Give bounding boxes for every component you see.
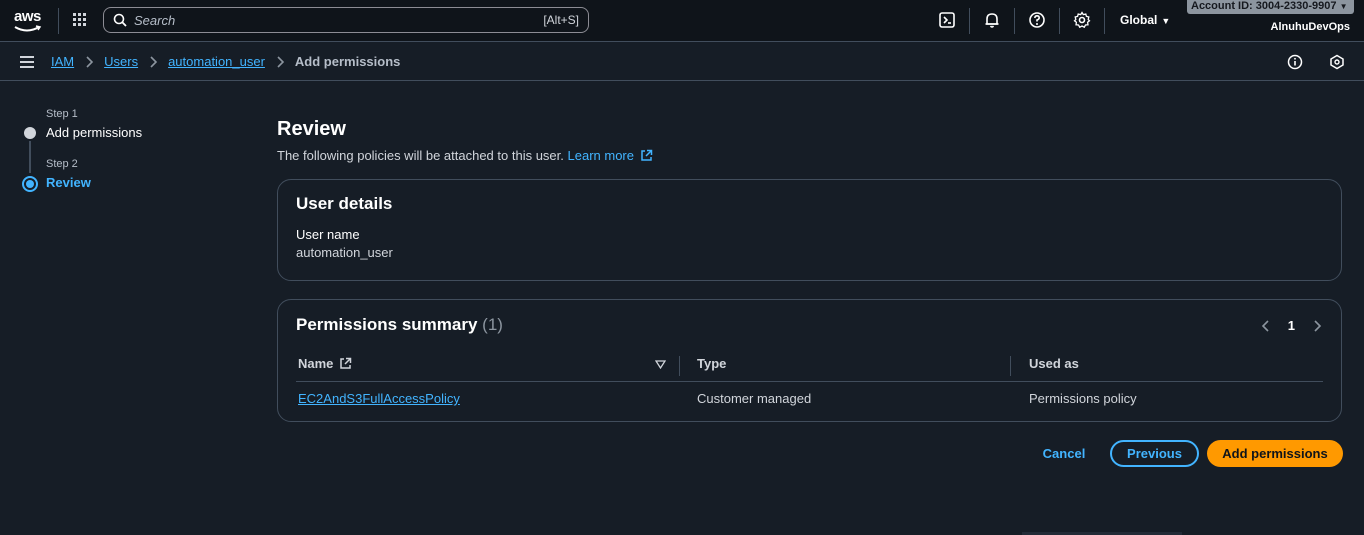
top-navigation: aws [Alt+S] bbox=[0, 0, 1364, 42]
search-icon bbox=[113, 13, 127, 27]
sort-descending-icon[interactable] bbox=[655, 360, 666, 369]
step-complete-icon bbox=[24, 127, 36, 139]
column-header-used-as: Used as bbox=[1029, 356, 1079, 371]
aws-logo[interactable]: aws bbox=[14, 8, 44, 34]
breadcrumb-current: Add permissions bbox=[294, 54, 401, 69]
breadcrumb-users[interactable]: Users bbox=[104, 54, 138, 69]
pagination: 1 bbox=[1260, 318, 1323, 333]
learn-more-text: Learn more bbox=[567, 148, 634, 163]
account-id-badge[interactable]: Account ID: 3004-2330-9907 ▼ bbox=[1187, 0, 1354, 14]
search-input[interactable] bbox=[134, 11, 514, 29]
user-details-card: User details User name automation_user bbox=[277, 179, 1342, 281]
info-icon[interactable] bbox=[1287, 54, 1303, 70]
aws-smile-icon bbox=[14, 25, 42, 32]
apps-grid-icon[interactable] bbox=[72, 12, 88, 28]
policy-used-as: Permissions policy bbox=[1029, 391, 1137, 406]
learn-more-link[interactable]: Learn more bbox=[568, 148, 653, 163]
cloudshell-icon[interactable] bbox=[938, 11, 956, 29]
breadcrumb-user[interactable]: automation_user bbox=[168, 54, 265, 69]
external-link-icon bbox=[640, 149, 652, 161]
chevron-right-icon bbox=[86, 55, 94, 68]
step-connector bbox=[29, 141, 31, 173]
chevron-right-icon bbox=[150, 55, 158, 68]
column-header-type: Type bbox=[697, 356, 727, 371]
chevron-right-icon bbox=[277, 55, 285, 68]
bell-icon[interactable] bbox=[983, 11, 1001, 29]
permissions-summary-title: Permissions summary (1) bbox=[296, 315, 503, 335]
page-description: The following policies will be attached … bbox=[277, 148, 653, 163]
gear-icon[interactable] bbox=[1073, 11, 1091, 29]
step-1-title[interactable]: Add permissions bbox=[46, 125, 142, 140]
column-header-name-text: Name bbox=[298, 356, 334, 371]
page-description-text: The following policies will be attached … bbox=[277, 148, 564, 163]
user-name-label: User name bbox=[296, 227, 360, 242]
policy-type: Customer managed bbox=[697, 391, 812, 406]
nav-divider bbox=[1014, 8, 1015, 34]
policy-name-link[interactable]: EC2AndS3FullAccessPolicy bbox=[298, 391, 460, 406]
permissions-count: (1) bbox=[482, 315, 503, 334]
breadcrumb-iam[interactable]: IAM bbox=[51, 54, 74, 69]
previous-button[interactable]: Previous bbox=[1110, 440, 1199, 467]
region-label: Global bbox=[1120, 13, 1158, 27]
step-1-label: Step 1 bbox=[46, 108, 78, 120]
region-selector[interactable]: Global ▼ bbox=[1120, 13, 1170, 27]
column-divider bbox=[1010, 356, 1011, 376]
menu-icon[interactable] bbox=[20, 56, 34, 68]
permissions-summary-title-text: Permissions summary bbox=[296, 315, 478, 334]
account-id-text: Account ID: 3004-2330-9907 bbox=[1191, 0, 1337, 12]
page-title: Review bbox=[277, 118, 346, 140]
caret-down-icon: ▼ bbox=[1161, 16, 1171, 26]
column-header-name[interactable]: Name bbox=[298, 356, 352, 371]
user-details-title: User details bbox=[296, 194, 393, 213]
step-2-label: Step 2 bbox=[46, 158, 78, 170]
chevron-right-icon[interactable] bbox=[1311, 319, 1323, 333]
permissions-summary-card: Permissions summary (1) 1 Name Type Used… bbox=[277, 299, 1342, 422]
nav-divider bbox=[969, 8, 970, 34]
column-divider bbox=[679, 356, 680, 376]
external-link-icon bbox=[340, 357, 352, 369]
page-number[interactable]: 1 bbox=[1288, 318, 1295, 333]
chevron-left-icon[interactable] bbox=[1260, 319, 1272, 333]
search-box[interactable]: [Alt+S] bbox=[103, 7, 589, 33]
cancel-button[interactable]: Cancel bbox=[1034, 440, 1094, 467]
feedback-icon[interactable] bbox=[1329, 54, 1345, 70]
account-name[interactable]: AlnuhuDevOps bbox=[1271, 21, 1350, 33]
breadcrumb-bar: IAM Users automation_user Add permission… bbox=[0, 43, 1364, 81]
table-header-divider bbox=[296, 381, 1323, 382]
help-icon[interactable] bbox=[1028, 11, 1046, 29]
caret-down-icon: ▼ bbox=[1339, 2, 1348, 11]
step-current-icon bbox=[22, 176, 38, 192]
search-shortcut-hint: [Alt+S] bbox=[543, 13, 579, 27]
nav-divider bbox=[58, 8, 59, 34]
nav-divider bbox=[1104, 8, 1105, 34]
nav-divider bbox=[1059, 8, 1060, 34]
user-name-value: automation_user bbox=[296, 245, 393, 260]
add-permissions-button[interactable]: Add permissions bbox=[1207, 440, 1343, 467]
step-2-title: Review bbox=[46, 175, 91, 190]
breadcrumb: IAM Users automation_user Add permission… bbox=[51, 54, 400, 69]
aws-logo-text: aws bbox=[14, 8, 41, 25]
